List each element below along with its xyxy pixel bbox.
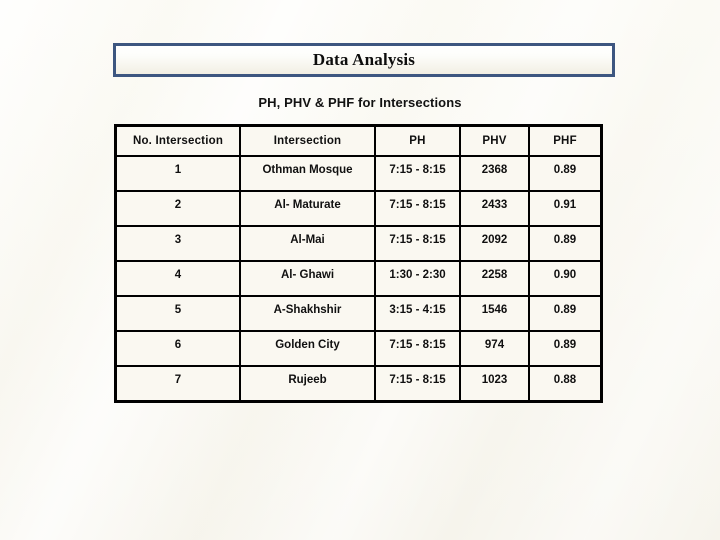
- cell-phf: 0.89: [528, 225, 602, 262]
- table-row: 5 A-Shakhshir 3:15 - 4:15 1546 0.89: [115, 295, 602, 332]
- cell-intersection: Al- Ghawi: [239, 260, 376, 297]
- table-row: 3 Al-Mai 7:15 - 8:15 2092 0.89: [115, 225, 602, 262]
- table-caption: PH, PHV & PHF for Intersections: [258, 95, 462, 110]
- cell-ph: 7:15 - 8:15: [374, 330, 461, 367]
- cell-no: 6: [115, 330, 241, 367]
- cell-no: 7: [115, 365, 241, 402]
- cell-ph: 3:15 - 4:15: [374, 295, 461, 332]
- cell-no: 3: [115, 225, 241, 262]
- table-row: 7 Rujeeb 7:15 - 8:15 1023 0.88: [115, 365, 602, 402]
- cell-phv: 974: [459, 330, 530, 367]
- page-title: Data Analysis: [312, 50, 416, 69]
- column-header-intersection: Intersection: [239, 125, 376, 157]
- column-header-phv: PHV: [459, 125, 530, 157]
- cell-ph: 1:30 - 2:30: [374, 260, 461, 297]
- slide-canvas: Data Analysis PH, PHV & PHF for Intersec…: [0, 0, 720, 540]
- cell-phf: 0.89: [528, 295, 602, 332]
- cell-intersection: Al-Mai: [239, 225, 376, 262]
- cell-phf: 0.89: [528, 330, 602, 367]
- cell-no: 2: [115, 190, 241, 227]
- column-header-no-intersection: No. Intersection: [115, 125, 241, 157]
- cell-phv: 1023: [459, 365, 530, 402]
- cell-phf: 0.91: [528, 190, 602, 227]
- cell-intersection: Golden City: [239, 330, 376, 367]
- table-row: 2 Al- Maturate 7:15 - 8:15 2433 0.91: [115, 190, 602, 227]
- cell-phv: 1546: [459, 295, 530, 332]
- cell-intersection: Rujeeb: [239, 365, 376, 402]
- cell-phf: 0.89: [528, 155, 602, 192]
- table-row: 6 Golden City 7:15 - 8:15 974 0.89: [115, 330, 602, 367]
- cell-ph: 7:15 - 8:15: [374, 190, 461, 227]
- cell-phv: 2433: [459, 190, 530, 227]
- cell-ph: 7:15 - 8:15: [374, 365, 461, 402]
- cell-intersection: Othman Mosque: [239, 155, 376, 192]
- cell-phv: 2092: [459, 225, 530, 262]
- table-header-row: No. Intersection Intersection PH PHV PHF: [115, 125, 602, 157]
- cell-no: 5: [115, 295, 241, 332]
- cell-intersection: Al- Maturate: [239, 190, 376, 227]
- cell-phv: 2258: [459, 260, 530, 297]
- cell-ph: 7:15 - 8:15: [374, 225, 461, 262]
- intersections-table: No. Intersection Intersection PH PHV PHF…: [114, 124, 603, 403]
- column-header-phf: PHF: [528, 125, 602, 157]
- cell-no: 1: [115, 155, 241, 192]
- column-header-ph: PH: [374, 125, 461, 157]
- cell-phf: 0.88: [528, 365, 602, 402]
- slide-title-box: Data Analysis: [113, 43, 615, 77]
- cell-intersection: A-Shakhshir: [239, 295, 376, 332]
- cell-no: 4: [115, 260, 241, 297]
- cell-phv: 2368: [459, 155, 530, 192]
- cell-ph: 7:15 - 8:15: [374, 155, 461, 192]
- table-row: 1 Othman Mosque 7:15 - 8:15 2368 0.89: [115, 155, 602, 192]
- data-table-container: No. Intersection Intersection PH PHV PHF…: [114, 124, 603, 403]
- table-row: 4 Al- Ghawi 1:30 - 2:30 2258 0.90: [115, 260, 602, 297]
- cell-phf: 0.90: [528, 260, 602, 297]
